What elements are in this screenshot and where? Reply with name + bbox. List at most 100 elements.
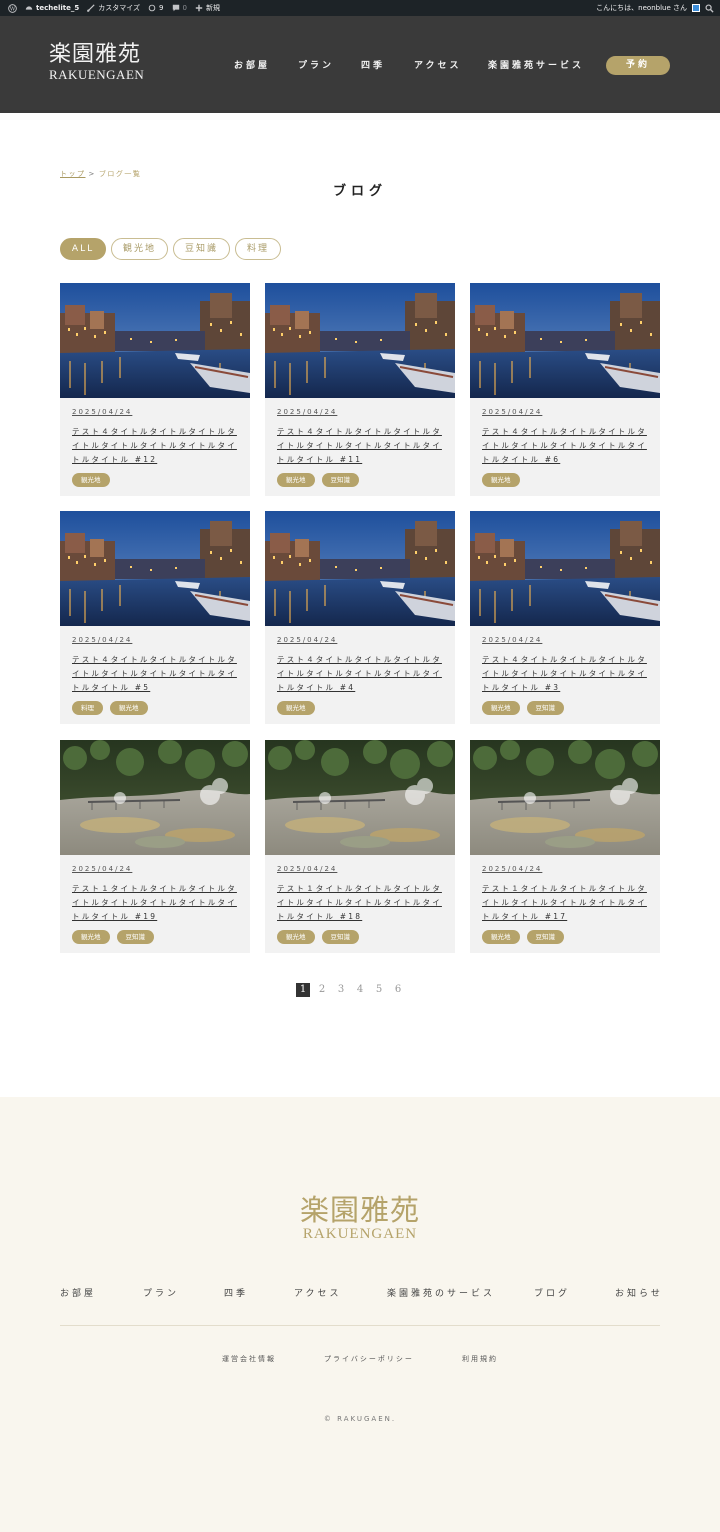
canal-night-thumbnail[interactable] bbox=[265, 511, 455, 626]
hot-spring-thumbnail[interactable] bbox=[60, 740, 250, 855]
hot-spring-thumbnail[interactable] bbox=[470, 740, 660, 855]
post-date[interactable]: 2025/04/24 bbox=[72, 865, 132, 873]
page-2[interactable]: 2 bbox=[315, 983, 329, 997]
canal-night-thumbnail[interactable] bbox=[470, 283, 660, 398]
copyright: © RAKUGAEN. bbox=[323, 1415, 397, 1423]
post-tag[interactable]: 観光地 bbox=[482, 473, 520, 487]
post-card[interactable]: 2025/04/24 テスト１タイトルタイトルタイトルタイトルタイトルタイトルタ… bbox=[470, 740, 660, 953]
nav-services[interactable]: 楽園雅苑サービス bbox=[488, 56, 584, 76]
nav-plan[interactable]: プラン bbox=[298, 56, 334, 76]
footer-nav-rooms[interactable]: お部屋 bbox=[60, 1287, 96, 1301]
footer-terms-link[interactable]: 利用規約 bbox=[462, 1353, 498, 1365]
post-date[interactable]: 2025/04/24 bbox=[277, 636, 337, 644]
post-date[interactable]: 2025/04/24 bbox=[72, 408, 132, 416]
post-date[interactable]: 2025/04/24 bbox=[277, 408, 337, 416]
nav-seasons[interactable]: 四季 bbox=[361, 56, 385, 76]
filter-all[interactable]: ALL bbox=[60, 238, 106, 260]
admin-greeting[interactable]: こんにちは、neonblue さん bbox=[596, 3, 687, 13]
footer-nav: お部屋 プラン 四季 アクセス 楽園雅苑のサービス ブログ お知らせ bbox=[0, 1287, 720, 1301]
post-card[interactable]: 2025/04/24 テスト４タイトルタイトルタイトルタイトルタイトルタイトルタ… bbox=[60, 283, 250, 496]
post-tags: 観光地 bbox=[482, 473, 520, 487]
page-5[interactable]: 5 bbox=[372, 983, 386, 997]
post-title[interactable]: テスト１タイトルタイトルタイトルタイトルタイトルタイトルタイトルタイトルタイトル… bbox=[72, 882, 242, 924]
post-tags: 観光地 豆知識 bbox=[277, 473, 359, 487]
post-card[interactable]: 2025/04/24 テスト１タイトルタイトルタイトルタイトルタイトルタイトルタ… bbox=[265, 740, 455, 953]
post-title[interactable]: テスト４タイトルタイトルタイトルタイトルタイトルタイトルタイトルタイトルタイトル… bbox=[72, 653, 242, 695]
post-title[interactable]: テスト４タイトルタイトルタイトルタイトルタイトルタイトルタイトルタイトルタイトル… bbox=[72, 425, 242, 467]
hot-spring-thumbnail[interactable] bbox=[265, 740, 455, 855]
post-title[interactable]: テスト１タイトルタイトルタイトルタイトルタイトルタイトルタイトルタイトルタイトル… bbox=[277, 882, 447, 924]
breadcrumb-top-link[interactable]: トップ bbox=[60, 170, 86, 178]
footer-sub-links: 運営会社情報 プライバシーポリシー 利用規約 bbox=[0, 1353, 720, 1365]
post-tag[interactable]: 豆知識 bbox=[321, 930, 359, 944]
page-1[interactable]: 1 bbox=[296, 983, 310, 997]
canal-night-thumbnail[interactable] bbox=[265, 283, 455, 398]
post-title[interactable]: テスト４タイトルタイトルタイトルタイトルタイトルタイトルタイトルタイトルタイトル… bbox=[482, 425, 652, 467]
filter-trivia[interactable]: 豆知識 bbox=[173, 238, 231, 260]
post-tag[interactable]: 豆知識 bbox=[321, 473, 359, 487]
canal-night-thumbnail[interactable] bbox=[60, 283, 250, 398]
post-tag[interactable]: 観光地 bbox=[110, 701, 148, 715]
post-tag[interactable]: 豆知識 bbox=[116, 930, 154, 944]
page-3[interactable]: 3 bbox=[334, 983, 348, 997]
post-date[interactable]: 2025/04/24 bbox=[72, 636, 132, 644]
post-card[interactable]: 2025/04/24 テスト４タイトルタイトルタイトルタイトルタイトルタイトルタ… bbox=[265, 511, 455, 724]
canal-night-thumbnail[interactable] bbox=[470, 511, 660, 626]
post-card[interactable]: 2025/04/24 テスト４タイトルタイトルタイトルタイトルタイトルタイトルタ… bbox=[470, 511, 660, 724]
page-4[interactable]: 4 bbox=[353, 983, 367, 997]
post-tags: 観光地 豆知識 bbox=[482, 701, 564, 715]
post-tag[interactable]: 観光地 bbox=[277, 930, 315, 944]
post-tag[interactable]: 豆知識 bbox=[526, 930, 564, 944]
admin-customize-link[interactable]: カスタマイズ bbox=[87, 3, 140, 13]
footer-nav-access[interactable]: アクセス bbox=[294, 1287, 342, 1301]
admin-bar: W techelite_5 カスタマイズ 9 0 新規 こんにちは、neonbl… bbox=[0, 0, 720, 16]
post-tag[interactable]: 観光地 bbox=[482, 701, 520, 715]
post-card[interactable]: 2025/04/24 テスト４タイトルタイトルタイトルタイトルタイトルタイトルタ… bbox=[265, 283, 455, 496]
canal-night-thumbnail[interactable] bbox=[60, 511, 250, 626]
search-icon[interactable] bbox=[705, 3, 714, 13]
post-title[interactable]: テスト１タイトルタイトルタイトルタイトルタイトルタイトルタイトルタイトルタイトル… bbox=[482, 882, 652, 924]
admin-updates-link[interactable]: 9 bbox=[148, 4, 164, 12]
post-date[interactable]: 2025/04/24 bbox=[482, 865, 542, 873]
post-tag[interactable]: 観光地 bbox=[482, 930, 520, 944]
footer-divider bbox=[60, 1325, 660, 1326]
admin-new-label: 新規 bbox=[205, 4, 220, 12]
nav-access[interactable]: アクセス bbox=[414, 56, 462, 76]
nav-rooms[interactable]: お部屋 bbox=[234, 56, 270, 76]
post-card[interactable]: 2025/04/24 テスト４タイトルタイトルタイトルタイトルタイトルタイトルタ… bbox=[470, 283, 660, 496]
post-date[interactable]: 2025/04/24 bbox=[482, 408, 542, 416]
post-tag[interactable]: 観光地 bbox=[277, 701, 315, 715]
post-tag[interactable]: 観光地 bbox=[72, 930, 110, 944]
page-6[interactable]: 6 bbox=[391, 983, 405, 997]
reserve-button[interactable]: 予約 bbox=[606, 56, 670, 75]
footer-company-link[interactable]: 運営会社情報 bbox=[222, 1353, 276, 1365]
post-tag[interactable]: 観光地 bbox=[72, 473, 110, 487]
admin-comments-link[interactable]: 0 bbox=[172, 4, 187, 12]
admin-new-link[interactable]: 新規 bbox=[195, 3, 220, 13]
wordpress-logo-icon[interactable]: W bbox=[8, 3, 17, 13]
footer-nav-blog[interactable]: ブログ bbox=[534, 1287, 570, 1301]
footer-privacy-link[interactable]: プライバシーポリシー bbox=[324, 1353, 414, 1365]
filter-cuisine[interactable]: 料理 bbox=[235, 238, 282, 260]
pagination: 1 2 3 4 5 6 bbox=[296, 983, 405, 997]
post-date[interactable]: 2025/04/24 bbox=[482, 636, 542, 644]
post-card[interactable]: 2025/04/24 テスト１タイトルタイトルタイトルタイトルタイトルタイトルタ… bbox=[60, 740, 250, 953]
svg-text:W: W bbox=[10, 6, 16, 12]
footer-nav-plan[interactable]: プラン bbox=[143, 1287, 179, 1301]
post-tag[interactable]: 観光地 bbox=[277, 473, 315, 487]
footer-logo[interactable]: 楽園雅苑 RAKUENGAEN bbox=[0, 1193, 720, 1242]
post-date[interactable]: 2025/04/24 bbox=[277, 865, 337, 873]
admin-site-link[interactable]: techelite_5 bbox=[25, 4, 79, 12]
footer-nav-seasons[interactable]: 四季 bbox=[224, 1287, 248, 1301]
post-tag[interactable]: 豆知識 bbox=[526, 701, 564, 715]
brush-icon bbox=[87, 4, 95, 12]
filter-sightseeing[interactable]: 観光地 bbox=[111, 238, 169, 260]
footer-nav-news[interactable]: お知らせ bbox=[615, 1287, 663, 1301]
footer-nav-services[interactable]: 楽園雅苑のサービス bbox=[387, 1287, 495, 1301]
post-card[interactable]: 2025/04/24 テスト４タイトルタイトルタイトルタイトルタイトルタイトルタ… bbox=[60, 511, 250, 724]
post-title[interactable]: テスト４タイトルタイトルタイトルタイトルタイトルタイトルタイトルタイトルタイトル… bbox=[277, 653, 447, 695]
post-title[interactable]: テスト４タイトルタイトルタイトルタイトルタイトルタイトルタイトルタイトルタイトル… bbox=[277, 425, 447, 467]
post-tag[interactable]: 料理 bbox=[72, 701, 103, 715]
avatar[interactable] bbox=[692, 4, 700, 12]
post-title[interactable]: テスト４タイトルタイトルタイトルタイトルタイトルタイトルタイトルタイトルタイトル… bbox=[482, 653, 652, 695]
